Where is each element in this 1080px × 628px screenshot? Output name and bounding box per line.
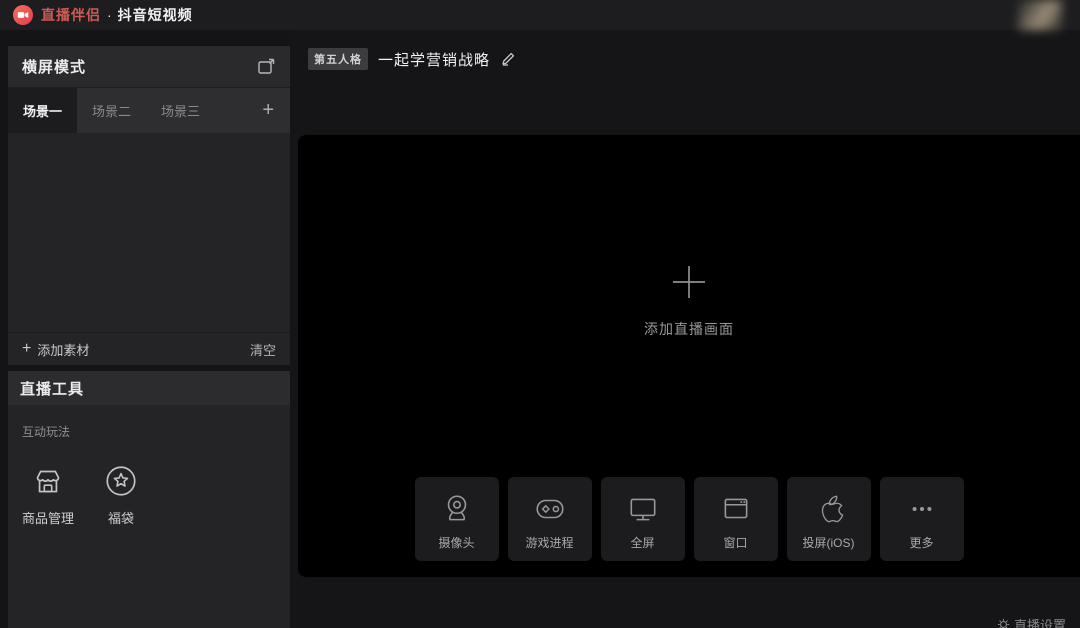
tool-product-manage[interactable]: 商品管理	[22, 462, 74, 527]
interactive-play-label: 互动玩法	[22, 423, 276, 440]
add-material-label: 添加素材	[37, 340, 89, 359]
tab-scene-3[interactable]: 场景三	[146, 88, 215, 133]
app-separator: ·	[107, 7, 112, 23]
source-game-process-button[interactable]: 游戏进程	[508, 477, 592, 561]
apple-icon	[812, 492, 846, 526]
source-window-button[interactable]: 窗口	[694, 477, 778, 561]
tab-scene-1[interactable]: 场景一	[8, 88, 77, 133]
add-scene-button[interactable]: +	[246, 88, 290, 133]
live-settings-label: 直播设置	[1014, 615, 1066, 628]
live-settings-button[interactable]: 直播设置	[997, 615, 1066, 628]
scene-tabs: 场景一 场景二 场景三 +	[8, 88, 290, 133]
main-stage: 第五人格 一起学营销战略 添加直播画面 摄像头	[290, 30, 1080, 628]
add-screen-plus-icon	[670, 263, 708, 301]
clear-button[interactable]: 清空	[250, 340, 276, 359]
tool-label: 福袋	[108, 508, 134, 527]
stage-header: 第五人格 一起学营销战略	[308, 48, 516, 70]
window-icon	[719, 492, 753, 526]
room-title: 一起学营销战略	[378, 49, 490, 70]
game-tag-badge: 第五人格	[308, 48, 368, 70]
empty-state[interactable]: 添加直播画面	[298, 263, 1080, 339]
orientation-switch-icon[interactable]	[256, 57, 276, 77]
live-tools-title: 直播工具	[20, 378, 84, 399]
source-label: 窗口	[723, 534, 747, 551]
source-label: 全屏	[630, 534, 654, 551]
source-fullscreen-button[interactable]: 全屏	[601, 477, 685, 561]
ellipsis-icon	[905, 492, 939, 526]
sidebar: 横屏模式 场景一 场景二 场景三 + + 添加素材 清空 直播工具 互动玩法	[0, 30, 290, 628]
source-label: 摄像头	[438, 534, 474, 551]
plus-icon: +	[22, 340, 31, 358]
gear-icon	[997, 618, 1010, 628]
tool-lucky-bag[interactable]: 福袋	[102, 462, 140, 527]
source-label: 游戏进程	[525, 534, 573, 551]
source-buttons-row: 摄像头 游戏进程 全屏	[298, 477, 1080, 561]
scene-source-list	[8, 133, 290, 332]
scene-mode-title: 横屏模式	[22, 56, 86, 77]
scene-panel-header: 横屏模式	[8, 46, 290, 88]
source-more-button[interactable]: 更多	[880, 477, 964, 561]
source-label: 更多	[909, 534, 933, 551]
lucky-bag-icon	[102, 462, 140, 500]
material-actions-row: + 添加素材 清空	[8, 332, 290, 365]
store-icon	[29, 462, 67, 500]
preview-canvas[interactable]: 添加直播画面 摄像头 游戏进程	[298, 135, 1080, 577]
add-screen-label: 添加直播画面	[644, 319, 734, 339]
live-tools-header: 直播工具	[8, 371, 290, 405]
tab-scene-2[interactable]: 场景二	[77, 88, 146, 133]
source-camera-button[interactable]: 摄像头	[415, 477, 499, 561]
user-avatar-blurred[interactable]	[1018, 0, 1062, 30]
webcam-icon	[440, 492, 474, 526]
edit-title-icon[interactable]	[500, 51, 516, 67]
titlebar: 直播伴侣 · 抖音短视频	[0, 0, 1080, 30]
add-material-button[interactable]: + 添加素材	[22, 340, 89, 359]
gamepad-icon	[533, 492, 567, 526]
tool-label: 商品管理	[22, 508, 74, 527]
app-logo-icon	[13, 5, 33, 25]
source-ios-cast-button[interactable]: 投屏(iOS)	[787, 477, 871, 561]
source-label: 投屏(iOS)	[803, 534, 855, 551]
product-name: 抖音短视频	[118, 5, 193, 25]
app-name: 直播伴侣	[41, 5, 101, 25]
monitor-icon	[626, 492, 660, 526]
live-tools-body: 互动玩法 商品管理 福袋	[8, 405, 290, 628]
